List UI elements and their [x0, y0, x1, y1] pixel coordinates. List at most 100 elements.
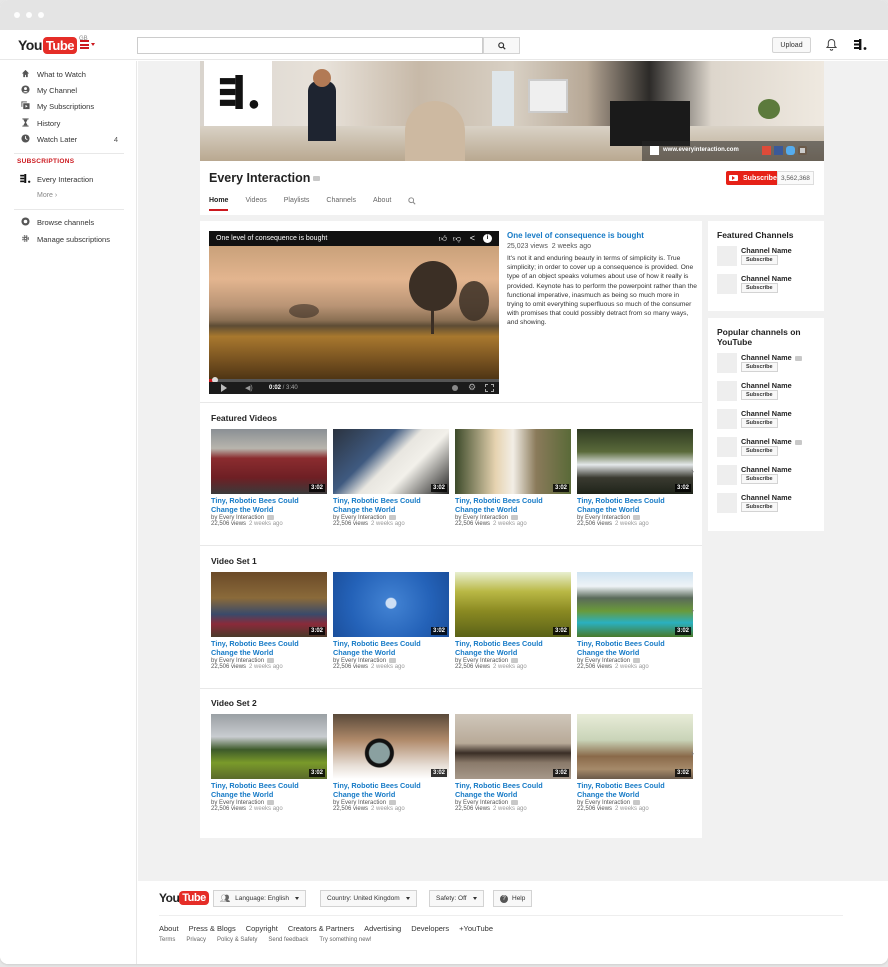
footer-link-developers[interactable]: Developers	[411, 924, 449, 933]
more-subscriptions-link[interactable]: More ›	[37, 192, 57, 199]
video-thumbnail[interactable]: 3:02	[211, 429, 327, 494]
channel-subscribe-button[interactable]: Subscribe	[741, 502, 778, 512]
channel-avatar[interactable]	[717, 409, 737, 429]
footer-link-try-new[interactable]: Try something new!	[319, 937, 371, 943]
channel-avatar[interactable]	[717, 246, 737, 266]
channel-subscribe-button[interactable]: Subscribe	[741, 390, 778, 400]
section-title[interactable]: Featured Videos	[211, 413, 277, 423]
channel-subscribe-button[interactable]: Subscribe	[741, 362, 778, 372]
video-card[interactable]: 3:02 Tiny, Robotic Bees Could Change the…	[455, 714, 571, 812]
google-plus-icon[interactable]	[762, 146, 771, 155]
shelf-next-arrow[interactable]: ›	[691, 466, 694, 476]
tab-about[interactable]: About	[373, 197, 391, 211]
tab-channels[interactable]: Channels	[326, 197, 356, 211]
video-title[interactable]: Tiny, Robotic Bees Could Change the Worl…	[333, 496, 449, 514]
featured-video-title[interactable]: One level of consequence is bought	[507, 231, 697, 240]
footer-link-plus-youtube[interactable]: +YouTube	[459, 924, 493, 933]
play-icon[interactable]	[221, 384, 227, 392]
channel-name[interactable]: Channel Name	[741, 274, 792, 283]
video-title[interactable]: Tiny, Robotic Bees Could Change the Worl…	[455, 496, 571, 514]
channel-name[interactable]: Channel Name	[741, 409, 792, 418]
channel-name[interactable]: Channel Name	[741, 246, 792, 255]
video-card[interactable]: 3:02 Tiny, Robotic Bees Could Change the…	[455, 572, 571, 670]
shelf-next-arrow[interactable]: ›	[691, 748, 694, 758]
channel-avatar[interactable]	[717, 465, 737, 485]
shelf-next-arrow[interactable]: ›	[691, 605, 694, 615]
video-thumbnail[interactable]: 3:02	[211, 572, 327, 637]
search-button[interactable]	[483, 37, 520, 54]
guide-menu-button[interactable]	[80, 40, 95, 50]
bell-icon[interactable]	[826, 38, 837, 51]
video-thumbnail[interactable]: 3:02	[333, 572, 449, 637]
footer-link-terms[interactable]: Terms	[159, 937, 175, 943]
video-title[interactable]: Tiny, Robotic Bees Could Change the Worl…	[211, 639, 327, 657]
channel-name[interactable]: Channel Name	[741, 437, 802, 446]
video-card[interactable]: 3:02 Tiny, Robotic Bees Could Change the…	[577, 429, 693, 527]
video-thumbnail[interactable]: 3:02	[333, 429, 449, 494]
sidebar-item-my-channel[interactable]: My Channel	[0, 82, 137, 98]
channel-avatar[interactable]	[717, 353, 737, 373]
sidebar-item-what-to-watch[interactable]: What to Watch	[0, 66, 137, 82]
share-icon[interactable]: <	[470, 233, 475, 243]
video-title[interactable]: Tiny, Robotic Bees Could Change the Worl…	[333, 639, 449, 657]
youtube-logo[interactable]: You Tube GB	[18, 36, 88, 54]
video-player[interactable]: One level of consequence is bought 👍︎ 👎︎…	[209, 231, 499, 394]
video-card[interactable]: 3:02 Tiny, Robotic Bees Could Change the…	[211, 572, 327, 670]
instagram-icon[interactable]	[798, 146, 807, 155]
account-avatar-icon[interactable]	[854, 39, 867, 50]
video-title[interactable]: Tiny, Robotic Bees Could Change the Worl…	[455, 639, 571, 657]
video-card[interactable]: 3:02 Tiny, Robotic Bees Could Change the…	[455, 429, 571, 527]
channel-name[interactable]: Channel Name	[741, 465, 792, 474]
video-title[interactable]: Tiny, Robotic Bees Could Change the Worl…	[333, 781, 449, 799]
language-dropdown[interactable]: 👥︎ Language: English	[213, 890, 307, 907]
footer-link-about[interactable]: About	[159, 924, 179, 933]
video-thumbnail[interactable]: 3:02	[577, 572, 693, 637]
channel-title[interactable]: Every Interaction	[209, 171, 321, 185]
video-card[interactable]: 3:02 Tiny, Robotic Bees Could Change the…	[577, 714, 693, 812]
footer-link-advertising[interactable]: Advertising	[364, 924, 401, 933]
video-thumbnail[interactable]: 3:02	[211, 714, 327, 779]
video-title[interactable]: Tiny, Robotic Bees Could Change the Worl…	[577, 639, 693, 657]
video-title[interactable]: Tiny, Robotic Bees Could Change the Worl…	[577, 781, 693, 799]
video-thumbnail[interactable]: 3:02	[455, 572, 571, 637]
twitter-icon[interactable]	[786, 146, 795, 155]
video-card[interactable]: 3:02 Tiny, Robotic Bees Could Change the…	[333, 714, 449, 812]
tab-home[interactable]: Home	[209, 197, 229, 211]
channel-name[interactable]: Channel Name	[741, 353, 802, 362]
footer-link-feedback[interactable]: Send feedback	[268, 937, 308, 943]
channel-name[interactable]: Channel Name	[741, 381, 792, 390]
video-thumbnail[interactable]: 3:02	[577, 429, 693, 494]
channel-subscribe-button[interactable]: Subscribe	[741, 418, 778, 428]
video-thumbnail[interactable]: 3:02	[455, 714, 571, 779]
help-button[interactable]: ? Help	[493, 890, 533, 907]
video-card[interactable]: 3:02 Tiny, Robotic Bees Could Change the…	[333, 572, 449, 670]
channel-avatar[interactable]	[717, 381, 737, 401]
sidebar-item-my-subscriptions[interactable]: My Subscriptions	[0, 98, 137, 114]
safety-dropdown[interactable]: Safety: Off	[429, 890, 484, 907]
video-thumbnail[interactable]: 3:02	[577, 714, 693, 779]
channel-subscribe-button[interactable]: Subscribe	[741, 283, 778, 293]
channel-avatar[interactable]	[717, 493, 737, 513]
sidebar-item-browse-channels[interactable]: Browse channels	[0, 214, 137, 230]
country-dropdown[interactable]: Country: United Kingdom	[320, 890, 417, 907]
video-title[interactable]: Tiny, Robotic Bees Could Change the Worl…	[455, 781, 571, 799]
channel-subscribe-button[interactable]: Subscribe	[741, 255, 778, 265]
search-input[interactable]	[137, 37, 483, 54]
dislike-icon[interactable]: 👎︎	[453, 234, 461, 244]
video-thumbnail[interactable]: 3:02	[455, 429, 571, 494]
tab-playlists[interactable]: Playlists	[284, 197, 310, 211]
like-icon[interactable]: 👍︎	[439, 234, 447, 244]
volume-icon[interactable]: ◀)	[245, 384, 253, 392]
sidebar-item-manage-subscriptions[interactable]: Manage subscriptions	[0, 231, 137, 247]
footer-link-privacy[interactable]: Privacy	[186, 937, 206, 943]
sidebar-item-history[interactable]: History	[0, 115, 137, 131]
channel-avatar[interactable]	[717, 437, 737, 457]
video-thumbnail[interactable]: 3:02	[333, 714, 449, 779]
video-card[interactable]: 3:02 Tiny, Robotic Bees Could Change the…	[211, 714, 327, 812]
video-title[interactable]: Tiny, Robotic Bees Could Change the Worl…	[211, 781, 327, 799]
tab-videos[interactable]: Videos	[245, 197, 266, 211]
fullscreen-icon[interactable]	[485, 384, 494, 392]
watch-later-icon[interactable]	[452, 385, 458, 391]
settings-gear-icon[interactable]: ⚙	[468, 382, 476, 393]
channel-avatar[interactable]	[717, 274, 737, 294]
